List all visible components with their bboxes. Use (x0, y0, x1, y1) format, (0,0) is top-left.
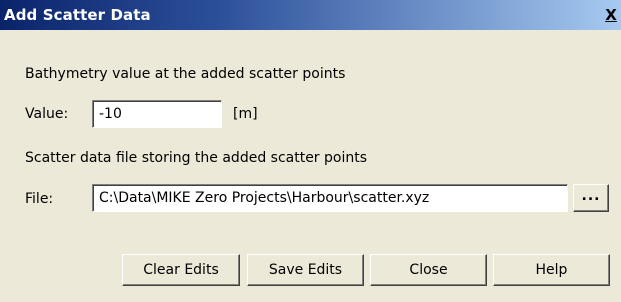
scatter-file-heading: Scatter data file storing the added scat… (25, 150, 368, 166)
value-label: Value: (25, 106, 69, 122)
clear-edits-button[interactable]: Clear Edits (122, 254, 240, 286)
file-path-input[interactable]: C:\Data\MIKE Zero Projects\Harbour\scatt… (92, 184, 568, 212)
help-button[interactable]: Help (493, 254, 610, 286)
value-input[interactable]: -10 (92, 100, 222, 128)
bathymetry-heading: Bathymetry value at the added scatter po… (25, 66, 346, 82)
file-label: File: (25, 191, 54, 207)
add-scatter-data-dialog: Add Scatter Data X Bathymetry value at t… (0, 0, 621, 302)
close-button[interactable]: Close (370, 254, 487, 286)
save-edits-button[interactable]: Save Edits (247, 254, 364, 286)
title-bar[interactable]: Add Scatter Data X (0, 0, 621, 30)
value-unit: [m] (233, 106, 258, 122)
browse-button[interactable]: ... (573, 184, 609, 212)
window-title: Add Scatter Data (4, 6, 151, 24)
close-icon[interactable]: X (603, 5, 619, 25)
